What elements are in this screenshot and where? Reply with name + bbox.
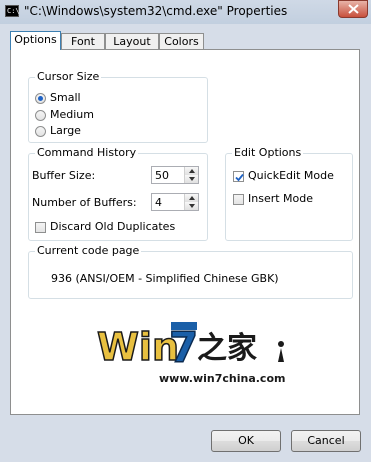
code-page-group: Current code page 936 (ANSI/OEM - Simpli… [28,244,353,299]
tab-options[interactable]: Options [10,31,61,50]
tab-layout[interactable]: Layout [105,33,159,49]
discard-duplicates-checkbox[interactable] [35,222,46,233]
svg-text:7: 7 [169,323,198,370]
win7china-logo: Win 7 之家 [95,320,295,373]
quickedit-label[interactable]: QuickEdit Mode [248,169,334,182]
svg-text:Win: Win [97,325,179,369]
buffer-size-down-button[interactable] [184,175,198,183]
arrow-up-icon [189,196,195,200]
properties-window: C:\ "C:\Windows\system32\cmd.exe" Proper… [0,0,371,462]
cmd-icon: C:\ [5,5,20,17]
window-title: "C:\Windows\system32\cmd.exe" Properties [24,4,288,18]
buffer-size-spinner[interactable]: 50 [151,166,199,184]
ok-button[interactable]: OK [211,430,281,452]
close-icon [348,4,359,14]
cursor-large-radio[interactable] [35,126,46,137]
insert-mode-checkbox[interactable] [233,194,244,205]
svg-text:之家: 之家 [197,331,257,366]
watermark-url: www.win7china.com [159,372,286,385]
num-buffers-up-button[interactable] [184,194,198,202]
num-buffers-value[interactable]: 4 [155,196,162,209]
title-bar[interactable]: C:\ "C:\Windows\system32\cmd.exe" Proper… [0,0,371,24]
cursor-small-radio[interactable] [35,93,46,104]
cursor-medium-radio[interactable] [35,110,46,121]
cancel-button[interactable]: Cancel [291,430,361,452]
code-page-value: 936 (ANSI/OEM - Simplified Chinese GBK) [51,272,279,285]
buffer-size-value[interactable]: 50 [155,169,169,182]
buffer-size-label: Buffer Size: [32,169,96,182]
close-button[interactable] [338,0,368,18]
num-buffers-down-button[interactable] [184,202,198,210]
command-history-group: Command History Buffer Size: 50 Number o… [28,146,208,241]
cursor-medium-label[interactable]: Medium [50,108,94,121]
edit-options-group: Edit Options QuickEdit Mode Insert Mode [225,146,353,241]
command-history-label: Command History [35,146,139,159]
arrow-down-icon [189,204,195,208]
num-buffers-label: Number of Buffers: [32,196,137,209]
arrow-up-icon [189,169,195,173]
num-buffers-spinner[interactable]: 4 [151,193,199,211]
cursor-size-label: Cursor Size [35,70,102,83]
cursor-size-group: Cursor Size Small Medium Large [28,70,208,143]
arrow-down-icon [189,177,195,181]
quickedit-checkbox[interactable] [233,171,244,182]
buffer-size-up-button[interactable] [184,167,198,175]
win7-logo-icon: Win 7 之家 [96,322,284,373]
cursor-large-label[interactable]: Large [50,124,81,137]
cursor-small-label[interactable]: Small [50,91,81,104]
discard-duplicates-label[interactable]: Discard Old Duplicates [50,220,175,233]
insert-mode-label[interactable]: Insert Mode [248,192,313,205]
code-page-label: Current code page [35,244,142,257]
tab-colors[interactable]: Colors [159,33,204,49]
checkmark-icon [235,173,244,182]
tab-font[interactable]: Font [61,33,105,49]
edit-options-label: Edit Options [232,146,304,159]
